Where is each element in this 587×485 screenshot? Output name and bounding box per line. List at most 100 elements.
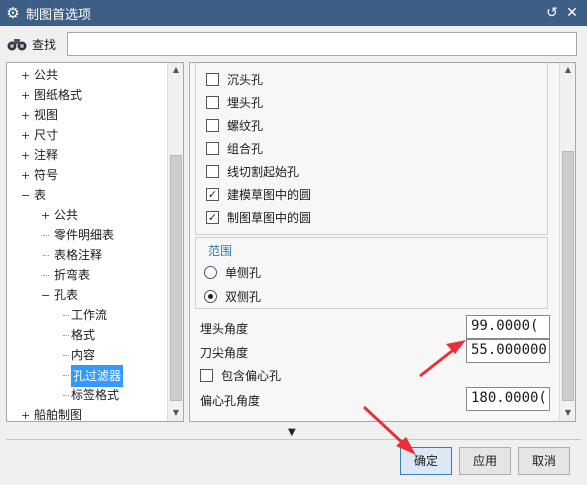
hole-type-checkbox[interactable]: ✓ 建模草图中的圆 [206,184,311,204]
tree-item[interactable]: 内容 [7,345,165,365]
reset-icon[interactable]: ↺ [543,4,561,22]
include-eccentric-label: 包含偏心孔 [221,368,282,383]
hole-type-checkbox[interactable]: 线切割起始孔 [206,161,299,181]
expand-icon[interactable]: + [21,70,30,81]
tree-item[interactable]: + 视图 [7,105,165,125]
tree-item[interactable]: + 船舶制图 [7,405,165,422]
tree-item[interactable]: 表格注释 [7,245,165,265]
tree-item[interactable]: 零件明细表 [7,225,165,245]
checkbox[interactable] [206,141,219,155]
checkbox-label: 制图草图中的圆 [227,210,312,225]
hole-type-checkbox[interactable]: 组合孔 [206,138,263,158]
tree-item[interactable]: − 表 [7,185,165,205]
tree-item-label: 格式 [71,328,96,342]
expand-icon[interactable]: + [21,110,30,121]
tree-item-label: 图纸格式 [34,88,83,102]
tree-item-label: 内容 [71,348,96,362]
checkbox[interactable] [200,368,213,382]
hole-filter-panel: 沉头孔 埋头孔 螺纹孔 组合孔 线切割起始孔 ✓ 建模草图中的圆 ✓ 制图草图中的圆 范围 单侧… [189,62,576,422]
tree-item[interactable]: 工作流 [7,305,165,325]
binoculars-icon [7,39,27,51]
tree-item-label: 零件明细表 [54,228,115,242]
tree-item-label: 表格注释 [54,248,103,262]
scroll-down-arrow[interactable]: ▼ [171,408,181,417]
hole-type-checkbox[interactable]: ✓ 制图草图中的圆 [206,207,311,227]
checkbox[interactable] [206,164,219,178]
eccentric-angle-input[interactable]: 180.0000( [466,387,550,411]
search-input[interactable] [67,32,577,56]
expand-more-icon[interactable]: ▼ [288,427,296,438]
tree-item-label: 船舶制图 [34,408,83,422]
tree-item-label: 孔过滤器 [71,365,124,387]
tree-item[interactable]: + 尺寸 [7,125,165,145]
title-bar: ⚙ 制图首选项 ↺ ✕ [0,0,587,26]
close-icon[interactable]: ✕ [563,4,581,22]
collapse-icon[interactable]: − [41,290,50,301]
radio-button[interactable] [204,265,217,279]
hole-type-checkbox[interactable]: 埋头孔 [206,92,263,112]
countersink-angle-input[interactable]: 99.0000( [466,315,550,339]
checkbox[interactable] [206,95,219,109]
tree-item-label: 视图 [34,108,59,122]
cancel-button[interactable]: 取消 [518,447,570,475]
countersink-angle-label: 埋头角度 [200,322,249,336]
expand-icon[interactable]: + [41,210,50,221]
panel-scroll-thumb[interactable] [562,151,574,401]
expand-icon[interactable]: + [21,130,30,141]
hole-type-checkbox[interactable]: 螺纹孔 [206,115,263,135]
tree-item-label: 孔表 [54,288,79,302]
separator [6,439,581,440]
gear-icon: ⚙ [6,4,20,22]
radio-button[interactable] [204,289,217,303]
scroll-down-arrow[interactable]: ▼ [563,408,573,417]
checkbox[interactable] [206,72,219,86]
tree-connector [43,235,49,236]
apply-button[interactable]: 应用 [459,447,511,475]
radio-double-side[interactable]: 双侧孔 [204,286,261,306]
tree-item[interactable]: − 孔表 [7,285,165,305]
scroll-up-arrow[interactable]: ▲ [563,65,573,74]
tree-item[interactable]: + 公共 [7,205,165,225]
expand-icon[interactable]: + [21,170,30,181]
checkbox[interactable]: ✓ [206,187,219,201]
hole-type-checkbox[interactable]: 沉头孔 [206,69,263,89]
ok-button[interactable]: 确定 [400,447,452,475]
tree-item[interactable]: 孔过滤器 [7,365,165,387]
tree-connector [63,395,69,396]
tree-item[interactable]: + 图纸格式 [7,85,165,105]
expand-icon[interactable]: + [21,150,30,161]
hole-type-group: 沉头孔 埋头孔 螺纹孔 组合孔 线切割起始孔 ✓ 建模草图中的圆 ✓ 制图草图中的圆 [195,63,548,235]
radio-label: 双侧孔 [225,289,262,304]
checkbox-label: 线切割起始孔 [227,164,300,179]
radio-single-side[interactable]: 单侧孔 [204,262,261,282]
tree-scroll-thumb[interactable] [170,155,182,401]
tree-item[interactable]: 折弯表 [7,265,165,285]
checkbox[interactable] [206,118,219,132]
include-eccentric-checkbox[interactable]: 包含偏心孔 [200,365,281,385]
expand-icon[interactable]: + [21,410,30,421]
tree-scrollbar[interactable]: ▲ ▼ [167,63,183,421]
checkbox-label: 沉头孔 [227,72,264,87]
tree-item-label: 工作流 [71,308,108,322]
tree-connector [63,355,69,356]
search-row: 查找 [6,32,578,56]
category-tree: + 公共 + 图纸格式 + 视图 + 尺寸 + 注释 + 符号 − 表 + 公共 零件明细表 表格注释 折弯表 − 孔表… [6,62,184,422]
expand-icon[interactable]: + [21,90,30,101]
tree-connector [63,335,69,336]
drill-point-angle-label: 刀尖角度 [200,346,249,360]
checkbox[interactable]: ✓ [206,210,219,224]
tree-item-label: 表 [34,188,47,202]
tree-connector [43,275,49,276]
tree-item-label: 折弯表 [54,268,91,282]
drill-point-angle-input[interactable]: 55.000000 [466,339,550,363]
tree-item-label: 符号 [34,168,59,182]
scroll-up-arrow[interactable]: ▲ [171,65,181,74]
panel-scrollbar[interactable]: ▲ ▼ [559,63,575,421]
tree-item[interactable]: + 符号 [7,165,165,185]
tree-item[interactable]: + 公共 [7,65,165,85]
tree-item[interactable]: 标签格式 [7,385,165,405]
collapse-icon[interactable]: − [21,190,30,201]
tree-item[interactable]: 格式 [7,325,165,345]
tree-item-label: 注释 [34,148,59,162]
tree-item[interactable]: + 注释 [7,145,165,165]
